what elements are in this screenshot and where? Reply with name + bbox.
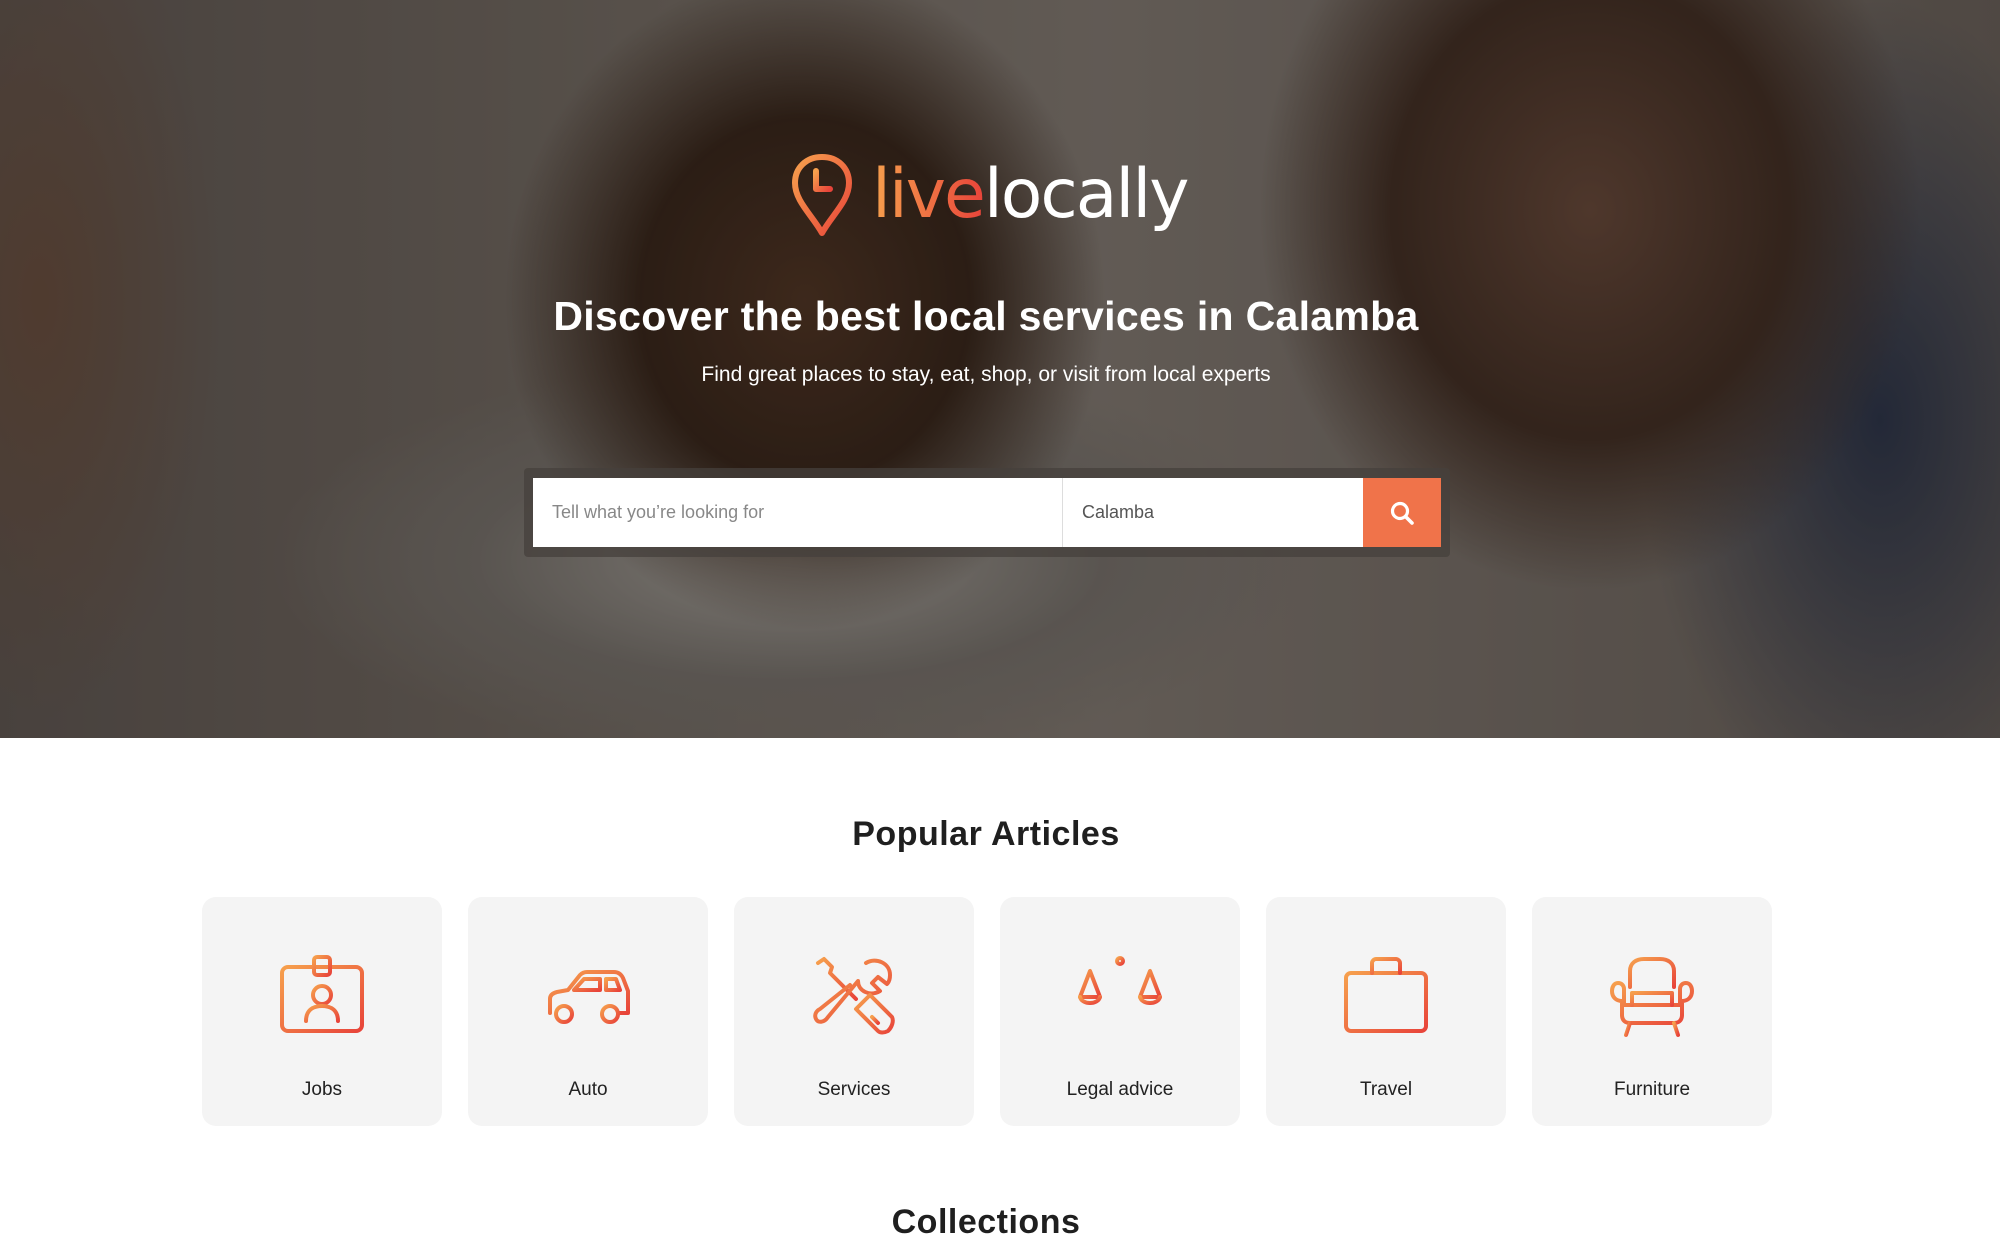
category-label: Jobs (301, 1079, 343, 1100)
search-icon (1390, 501, 1414, 525)
category-card-jobs[interactable]: Jobs (202, 897, 442, 1126)
category-label: Legal advice (1066, 1079, 1174, 1100)
popular-articles-title: Popular Articles (852, 815, 1120, 853)
search-button[interactable] (1363, 478, 1441, 547)
hero-title: Discover the best local services in Cala… (553, 293, 1419, 339)
tools-icon (813, 957, 895, 1035)
suitcase-icon (1344, 957, 1428, 1033)
category-card-services[interactable]: Services (734, 897, 974, 1126)
category-label: Furniture (1613, 1079, 1691, 1100)
search-query-input[interactable] (533, 478, 1063, 547)
category-card-legal-advice[interactable]: Legal advice (1000, 897, 1240, 1126)
category-card-travel[interactable]: Travel (1266, 897, 1506, 1126)
popular-articles-grid: Jobs Auto Services Legal advice Travel F… (202, 897, 1772, 1126)
scales-icon (1078, 956, 1162, 1037)
logo-wordmark: livelocally (872, 161, 1189, 229)
car-icon (548, 970, 630, 1024)
category-label: Services (817, 1079, 891, 1100)
category-card-auto[interactable]: Auto (468, 897, 708, 1126)
hero-banner: livelocally Discover the best local serv… (0, 0, 2000, 738)
collections-title: Collections (891, 1203, 1081, 1241)
search-panel (524, 468, 1450, 557)
search-location-input[interactable] (1063, 478, 1363, 547)
category-label: Travel (1359, 1079, 1413, 1100)
logo-part-locally: locally (983, 155, 1190, 234)
location-pin-icon (792, 154, 852, 236)
category-card-furniture[interactable]: Furniture (1532, 897, 1772, 1126)
logo-part-live: live (872, 155, 986, 234)
search-bar (533, 478, 1441, 547)
armchair-icon (1610, 957, 1694, 1037)
id-badge-icon (280, 955, 364, 1033)
category-label: Auto (568, 1079, 608, 1100)
site-logo[interactable]: livelocally (790, 150, 1189, 240)
hero-subtitle: Find great places to stay, eat, shop, or… (701, 363, 1271, 386)
